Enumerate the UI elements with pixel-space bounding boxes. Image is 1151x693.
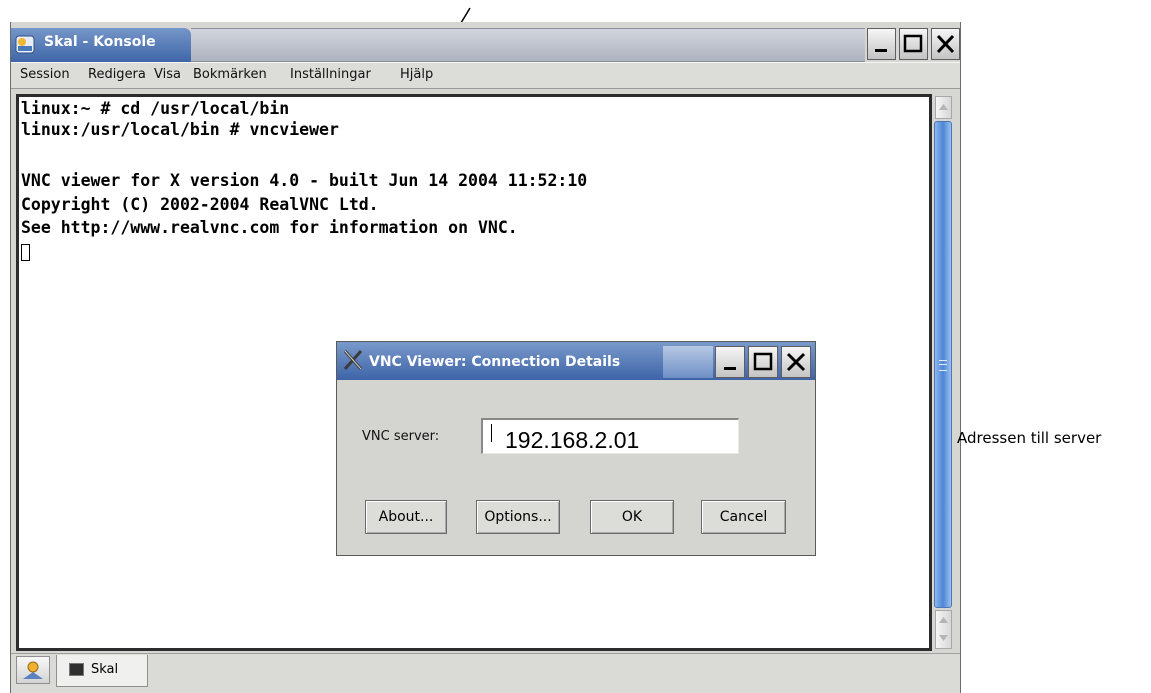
minimize-icon bbox=[724, 367, 736, 370]
terminal-line: VNC viewer for X version 4.0 - built Jun… bbox=[21, 171, 588, 190]
tab-label: Skal bbox=[91, 662, 119, 677]
terminal-line: See http://www.realvnc.com for informati… bbox=[21, 218, 518, 237]
close-icon bbox=[786, 352, 806, 372]
about-button[interactable]: About... bbox=[365, 500, 447, 534]
new-session-button[interactable] bbox=[16, 656, 50, 684]
konsole-app-icon bbox=[15, 35, 35, 54]
cancel-button[interactable]: Cancel bbox=[701, 500, 786, 534]
scroll-up-button[interactable] bbox=[935, 96, 952, 119]
menu-installningar[interactable]: Inställningar bbox=[290, 67, 371, 82]
vnc-server-input[interactable]: 192.168.2.01 bbox=[481, 418, 739, 454]
grip-icon bbox=[939, 360, 947, 371]
options-button[interactable]: Options... bbox=[476, 500, 560, 534]
vnc-server-label: VNC server: bbox=[362, 429, 440, 444]
dialog-title-gloss bbox=[663, 346, 713, 378]
title-bar-fill bbox=[191, 28, 865, 62]
session-tab-bar: Skal bbox=[11, 653, 960, 693]
menu-session[interactable]: Session bbox=[20, 67, 70, 82]
dialog-maximize-button[interactable] bbox=[748, 346, 778, 378]
terminal-cursor bbox=[21, 244, 30, 261]
text-caret bbox=[491, 424, 492, 442]
maximize-icon bbox=[753, 352, 773, 371]
arrow-up-icon bbox=[939, 104, 948, 110]
close-icon bbox=[936, 34, 955, 54]
maximize-icon bbox=[903, 34, 923, 53]
arrow-up-down-icon bbox=[939, 617, 948, 641]
terminal-line: linux:~ # cd /usr/local/bin bbox=[21, 99, 290, 118]
vertical-scrollbar[interactable] bbox=[932, 94, 954, 651]
scroll-thumb[interactable] bbox=[934, 121, 952, 608]
minimize-button[interactable] bbox=[867, 28, 896, 60]
tab-skal[interactable]: Skal bbox=[56, 655, 148, 687]
maximize-button[interactable] bbox=[899, 28, 928, 60]
menu-bokmarken[interactable]: Bokmärken bbox=[193, 67, 267, 82]
dialog-title-bar[interactable]: VNC Viewer: Connection Details bbox=[337, 342, 815, 380]
menu-redigera[interactable]: Redigera bbox=[88, 67, 146, 82]
terminal-line: linux:/usr/local/bin # vncviewer bbox=[21, 120, 339, 139]
vnc-server-value: 192.168.2.01 bbox=[505, 427, 640, 453]
x-app-icon bbox=[343, 350, 363, 370]
ok-button[interactable]: OK bbox=[590, 500, 674, 534]
annotation-label: Adressen till server bbox=[957, 429, 1102, 447]
title-bar[interactable]: Skal - Konsole bbox=[11, 22, 960, 62]
dialog-title: VNC Viewer: Connection Details bbox=[369, 354, 621, 370]
minimize-icon bbox=[875, 49, 887, 52]
menu-visa[interactable]: Visa bbox=[154, 67, 181, 82]
terminal-icon bbox=[69, 663, 84, 676]
scroll-down-buttons[interactable] bbox=[935, 610, 952, 649]
new-session-icon bbox=[23, 661, 43, 679]
menu-hjalp[interactable]: Hjälp bbox=[400, 67, 433, 82]
dialog-close-button[interactable] bbox=[781, 346, 811, 378]
window-title: Skal - Konsole bbox=[44, 34, 156, 50]
menu-bar: Session Redigera Visa Bokmärken Inställn… bbox=[11, 62, 960, 89]
vnc-connection-dialog: VNC Viewer: Connection Details VNC serve… bbox=[336, 341, 816, 556]
terminal-line: Copyright (C) 2002-2004 RealVNC Ltd. bbox=[21, 195, 379, 214]
dialog-minimize-button[interactable] bbox=[715, 346, 745, 378]
close-button[interactable] bbox=[931, 28, 960, 60]
